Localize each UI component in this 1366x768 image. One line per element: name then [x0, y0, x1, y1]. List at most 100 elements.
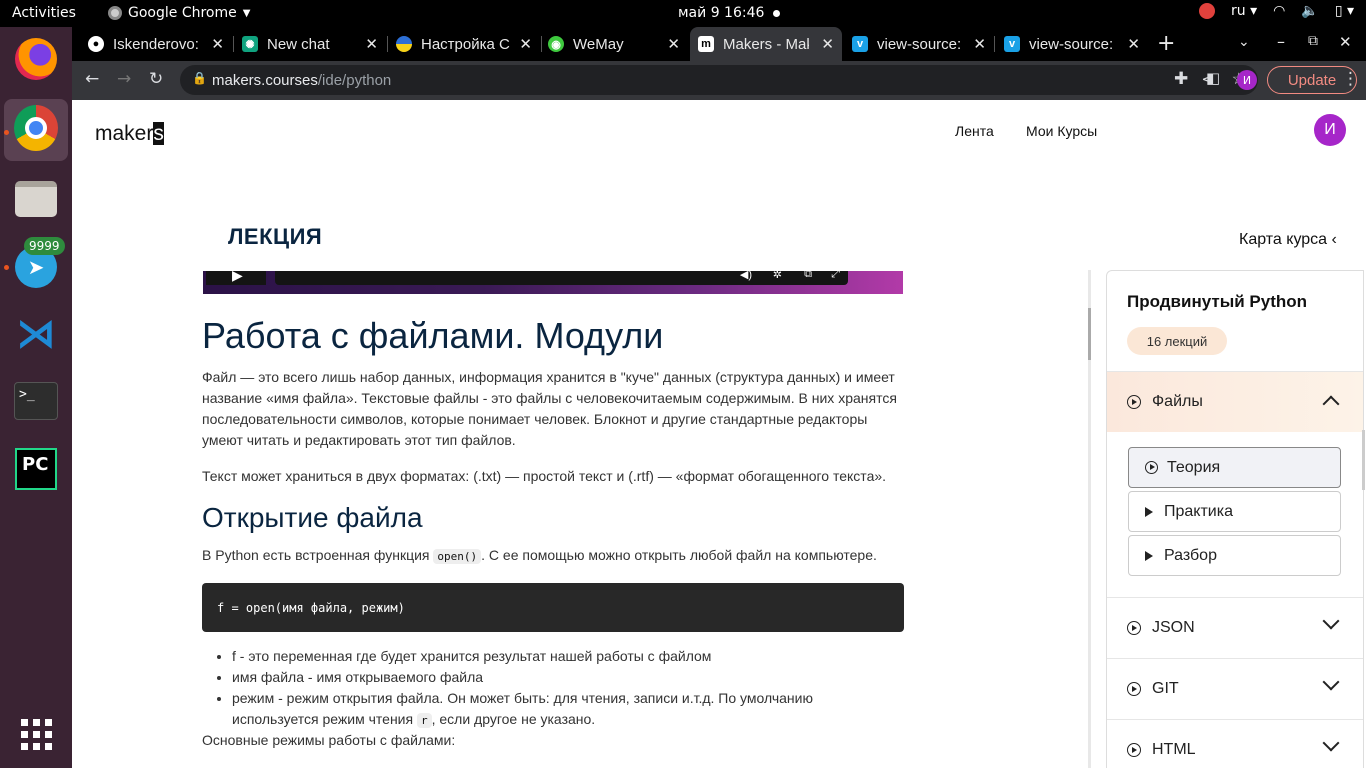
close-icon[interactable]: ✕ — [667, 35, 680, 53]
course-sidebar: Продвинутый Python 16 лекций Файлы Теори… — [1106, 270, 1364, 768]
system-tray[interactable]: ru ▾ ◠ 🔈 ▯ ▾ — [1199, 3, 1354, 19]
extensions-icon[interactable]: ✚ — [1174, 69, 1188, 89]
input-language[interactable]: ru ▾ — [1231, 3, 1257, 19]
app-grid-icon[interactable] — [14, 712, 58, 756]
lesson-review[interactable]: Разбор — [1128, 535, 1341, 576]
telegram-icon[interactable]: ➤ 9999 — [14, 237, 65, 289]
github-icon: ● — [88, 36, 104, 52]
text: , если другое не указано. — [431, 711, 596, 727]
pycharm-icon[interactable]: PC — [14, 447, 58, 491]
chevron-down-icon — [1322, 734, 1340, 752]
close-icon[interactable]: ✕ — [1127, 35, 1140, 53]
reload-icon[interactable]: ↻ — [149, 69, 163, 89]
play-circle-icon — [1127, 621, 1141, 635]
side-panel-icon[interactable]: ◧ — [1206, 69, 1220, 87]
tab-settings[interactable]: Настройка С ✕ — [388, 27, 540, 61]
lecture-label: ЛЕКЦИЯ — [228, 224, 323, 249]
settings-gear-icon[interactable]: ✲ — [773, 268, 782, 281]
section-git[interactable]: GIT — [1107, 658, 1363, 719]
volume-icon[interactable]: ◀) — [740, 268, 752, 281]
play-icon — [1145, 550, 1153, 561]
app-menu[interactable]: Google Chrome ▼ — [108, 5, 250, 21]
app-name: Google Chrome — [128, 5, 237, 21]
makers-icon: m — [698, 36, 714, 52]
volume-icon[interactable]: 🔈 — [1301, 3, 1318, 19]
lesson-theory[interactable]: Теория — [1128, 447, 1341, 488]
chevron-up-icon — [1322, 395, 1340, 413]
tab-view-source-1[interactable]: v view-source: ✕ — [844, 27, 994, 61]
nav-feed[interactable]: Лента — [955, 123, 994, 139]
fullscreen-icon[interactable]: ⤢ — [831, 268, 840, 281]
forward-icon[interactable]: → — [117, 69, 131, 89]
tab-wemay[interactable]: ◉ WeMay ✕ — [540, 27, 688, 61]
chrome-icon[interactable] — [14, 105, 58, 151]
site-logo[interactable]: makers — [95, 122, 164, 146]
firefox-icon[interactable] — [14, 37, 58, 81]
tab-makers[interactable]: m Makers - Mak ✕ — [690, 27, 842, 61]
chevron-down-icon — [1322, 673, 1340, 691]
page-content: makers Лента Мои Курсы И ЛЕКЦИЯ Карта ку… — [72, 100, 1366, 768]
pip-icon[interactable]: ⧉ — [804, 268, 812, 281]
tab-search-icon[interactable]: ⌄ — [1238, 34, 1250, 50]
section-html[interactable]: HTML — [1107, 719, 1363, 768]
paragraph: В Python есть встроенная функция open().… — [202, 545, 912, 567]
logo-text: maker — [95, 122, 154, 145]
address-bar[interactable]: 🔒 makers.courses/ide/python ⋖ ☆ — [180, 65, 1258, 95]
lesson-practice[interactable]: Практика — [1128, 491, 1341, 532]
play-circle-icon — [1127, 743, 1141, 757]
list-item: имя файла - имя открываемого файла — [232, 667, 892, 688]
files-icon[interactable] — [14, 177, 58, 221]
close-icon[interactable]: ✕ — [973, 35, 986, 53]
menu-kebab-icon[interactable]: ⋮ — [1342, 69, 1359, 89]
code-block[interactable]: f = open(имя файла, режим) — [202, 583, 904, 632]
maximize-icon[interactable]: ⧉ — [1308, 33, 1318, 49]
chevron-down-icon — [1322, 612, 1340, 630]
ubuntu-update-icon[interactable] — [1199, 3, 1216, 19]
tab-github[interactable]: ● Iskenderovo: ✕ — [80, 27, 232, 61]
play-circle-icon — [1127, 682, 1141, 696]
sidebar-scrollbar-thumb[interactable] — [1362, 430, 1365, 490]
text: . С ее помощью можно открыть любой файл … — [481, 547, 877, 563]
paragraph: Основные режимы работы с файлами: — [202, 732, 456, 748]
ukraine-icon — [396, 36, 412, 52]
openai-icon: ✺ — [242, 36, 258, 52]
section-files[interactable]: Файлы — [1107, 371, 1363, 432]
profile-avatar[interactable]: И — [1237, 70, 1257, 90]
tab-title: view-source: — [1029, 35, 1114, 53]
user-avatar[interactable]: И — [1314, 114, 1346, 146]
close-icon[interactable]: ✕ — [519, 35, 532, 53]
clock[interactable]: май 9 16:46 — [678, 5, 764, 21]
minimize-icon[interactable]: – — [1277, 32, 1285, 51]
section-label: JSON — [1152, 619, 1195, 636]
close-icon[interactable]: ✕ — [211, 35, 224, 53]
play-icon: ▶ — [232, 267, 243, 283]
wifi-icon[interactable]: ◠ — [1273, 3, 1285, 19]
tab-new-chat[interactable]: ✺ New chat ✕ — [234, 27, 386, 61]
battery-power-icon[interactable]: ▯ ▾ — [1335, 3, 1354, 19]
play-button[interactable]: ▶ — [206, 267, 266, 285]
system-top-bar: Activities Google Chrome ▼ май 9 16:46 r… — [0, 0, 1366, 27]
tab-title: Iskenderovo: — [113, 35, 199, 53]
lock-icon[interactable]: 🔒 — [192, 71, 207, 85]
video-player[interactable]: ▶ ◀) ✲ ⧉ ⤢ — [203, 267, 903, 294]
lesson-label: Практика — [1164, 502, 1233, 520]
tab-view-source-2[interactable]: v view-source: ✕ — [996, 27, 1148, 61]
telegram-badge: 9999 — [24, 237, 65, 255]
close-icon[interactable]: ✕ — [365, 35, 378, 53]
section-json[interactable]: JSON — [1107, 597, 1363, 658]
vscode-icon[interactable]: ⋊ — [14, 311, 58, 357]
window-close-icon[interactable]: ✕ — [1339, 33, 1352, 51]
new-tab-button[interactable]: + — [1157, 31, 1175, 56]
paragraph: Текст может храниться в двух форматах: (… — [202, 468, 887, 484]
content-scrollbar-thumb[interactable] — [1088, 308, 1091, 360]
tab-title: view-source: — [877, 35, 962, 53]
terminal-icon[interactable]: >_ — [14, 379, 58, 423]
video-controls-bar[interactable]: ◀) ✲ ⧉ ⤢ — [275, 268, 848, 285]
close-icon[interactable]: ✕ — [821, 35, 834, 53]
lesson-label: Разбор — [1164, 546, 1217, 564]
course-map-link[interactable]: Карта курса ‹ — [1239, 231, 1337, 249]
activities-button[interactable]: Activities — [12, 5, 76, 21]
section-label: Файлы — [1152, 393, 1203, 410]
back-icon[interactable]: ← — [85, 69, 99, 89]
nav-my-courses[interactable]: Мои Курсы — [1026, 123, 1097, 139]
